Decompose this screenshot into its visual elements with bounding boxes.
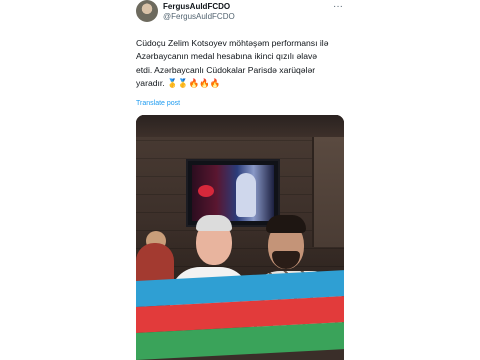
tweet-text: Cüdoçu Zelim Kotsoyev möhtəşəm performan… [136,37,346,91]
photo-tv-screen [192,165,274,221]
more-icon[interactable]: ··· [332,2,344,12]
avatar[interactable] [136,0,158,22]
photo-azerbaijan-flag [136,270,344,360]
photo-tv-figure [236,173,256,217]
tweet-post[interactable]: FergusAuldFCDO @FergusAuldFCDO ··· Cüdoç… [126,0,354,360]
user-handle[interactable]: @FergusAuldFCDO [163,12,235,21]
tweet-text-line: Azərbaycanın medal hesabına ikinci qızıl… [136,51,318,62]
photo-man-right-hair [266,215,306,233]
tweet-text-line: Cüdoçu Zelim Kotsoyev möhtəşəm performan… [136,38,329,48]
photo-ceiling [136,115,344,137]
tweet-text-line: etdi. Azərbaycanlı Cüdokalar Parisdə xar… [136,64,316,75]
photo-tv-red-shape [198,185,214,197]
translate-post-link[interactable]: Translate post [136,100,180,107]
display-name[interactable]: FergusAuldFCDO [163,2,230,11]
photo-man-left-hair [196,215,232,231]
tweet-photo[interactable] [136,115,344,360]
photo-door-panel [312,137,344,247]
tweet-text-line: yaradır. 🥇🥇🔥🔥🔥 [136,78,221,89]
